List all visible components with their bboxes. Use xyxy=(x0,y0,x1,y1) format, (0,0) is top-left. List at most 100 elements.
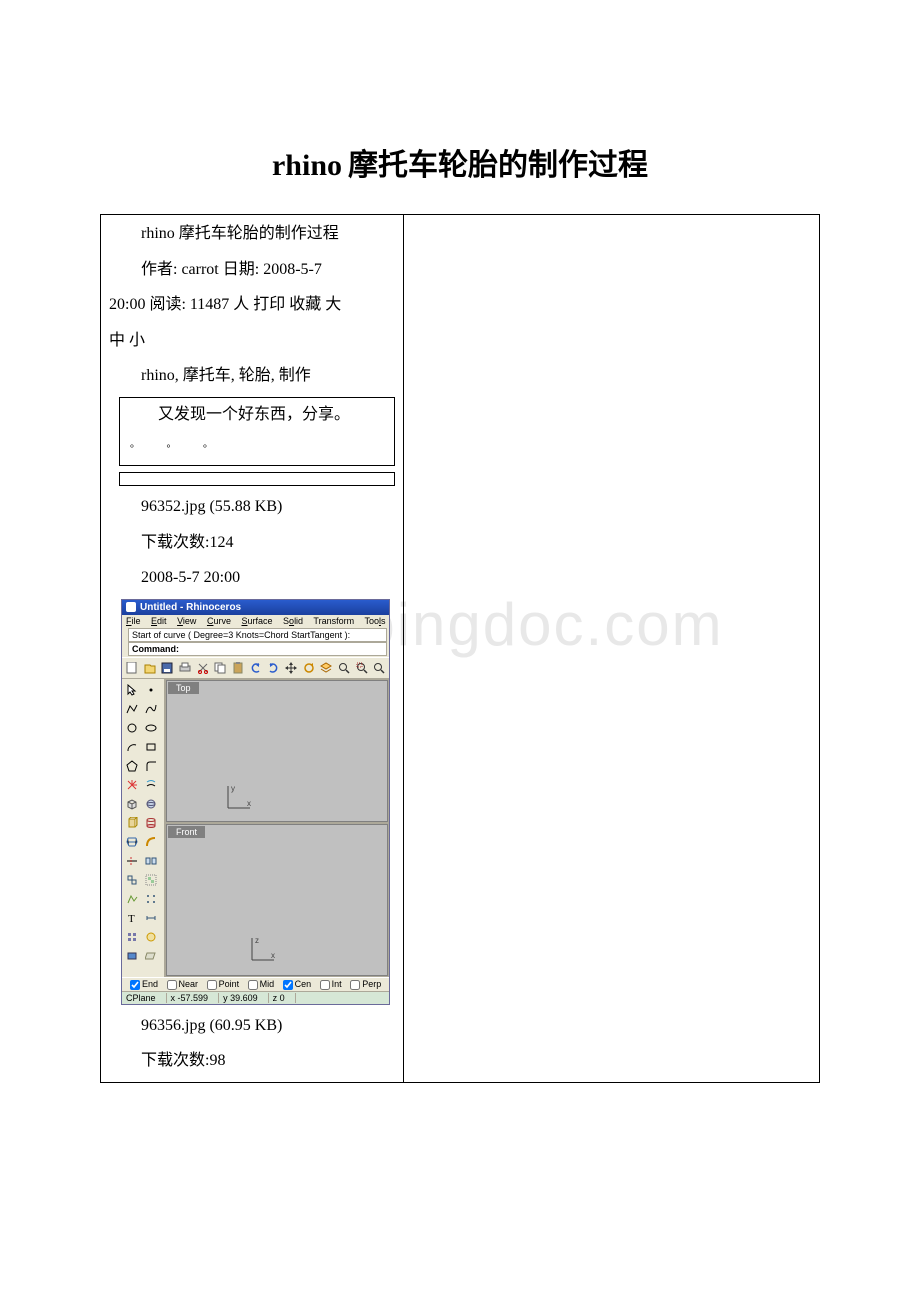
print-icon[interactable] xyxy=(177,660,193,676)
menu-edit[interactable]: Edit xyxy=(151,616,167,626)
rhino-viewports: Top y x Front xyxy=(165,679,389,977)
osnap-mid-checkbox[interactable] xyxy=(248,980,258,990)
split-icon[interactable] xyxy=(142,852,160,870)
article-content: rhino 摩托车轮胎的制作过程 作者: carrot 日期: 2008-5-7… xyxy=(101,215,403,1076)
img2-caption: 96356.jpg (60.95 KB) xyxy=(101,1011,403,1041)
osnap-mid[interactable]: Mid xyxy=(248,979,275,989)
sphere-icon[interactable] xyxy=(142,795,160,813)
article-title: rhino 摩托车轮胎的制作过程 xyxy=(101,219,403,249)
circle-icon[interactable] xyxy=(123,719,141,737)
rhino-status-bar: CPlane x -57.599 y 39.609 z 0 xyxy=(122,991,389,1004)
zoom-icon[interactable] xyxy=(371,660,387,676)
render-icon[interactable] xyxy=(142,928,160,946)
rhino-app-icon xyxy=(126,602,136,612)
menu-transform[interactable]: Transform xyxy=(313,616,354,626)
osnap-point-checkbox[interactable] xyxy=(207,980,217,990)
move-icon[interactable] xyxy=(283,660,299,676)
menu-view[interactable]: View xyxy=(177,616,196,626)
osnap-end[interactable]: End xyxy=(130,979,158,989)
article-tags: rhino, 摩托车, 轮胎, 制作 xyxy=(101,361,403,391)
arc-icon[interactable] xyxy=(123,738,141,756)
rectangle-icon[interactable] xyxy=(142,738,160,756)
undo-icon[interactable] xyxy=(248,660,264,676)
article-meta-3: 中 小 xyxy=(101,326,403,356)
offset-icon[interactable] xyxy=(142,776,160,794)
osnap-near-checkbox[interactable] xyxy=(167,980,177,990)
osnap-cen-checkbox[interactable] xyxy=(283,980,293,990)
status-cplane: CPlane xyxy=(126,993,167,1003)
right-column xyxy=(403,215,819,1083)
transform-icon[interactable] xyxy=(123,890,141,908)
menu-file[interactable]: File xyxy=(126,616,141,626)
svg-text:y: y xyxy=(231,784,235,793)
join-icon[interactable] xyxy=(123,871,141,889)
osnap-cen[interactable]: Cen xyxy=(283,979,312,989)
osnap-point[interactable]: Point xyxy=(207,979,240,989)
zoom-window-icon[interactable] xyxy=(354,660,370,676)
share-box: 又发现一个好东西，分享。 。 。 。 xyxy=(119,397,395,466)
rhino-toolbar-top xyxy=(122,657,389,679)
viewport-top[interactable]: Top y x xyxy=(166,680,388,822)
svg-text:x: x xyxy=(271,951,275,960)
pointer-icon[interactable] xyxy=(123,681,141,699)
img1-date: 2008-5-7 20:00 xyxy=(101,563,403,593)
fillet-icon[interactable] xyxy=(142,757,160,775)
axes-icon: y x xyxy=(225,783,255,813)
loft-icon[interactable] xyxy=(123,833,141,851)
cut-icon[interactable] xyxy=(195,660,211,676)
point-icon[interactable] xyxy=(142,681,160,699)
rhino-titlebar: Untitled - Rhinoceros xyxy=(122,600,389,615)
text-icon[interactable]: T xyxy=(123,909,141,927)
rhino-title-text: Untitled - Rhinoceros xyxy=(140,602,241,613)
box-icon[interactable] xyxy=(123,795,141,813)
trim-icon[interactable] xyxy=(123,852,141,870)
axes-icon: z x xyxy=(249,935,279,965)
ellipse-icon[interactable] xyxy=(142,719,160,737)
menu-curve[interactable]: Curve xyxy=(207,616,231,626)
rhino-cmd-input[interactable]: Command: xyxy=(128,642,387,656)
sweep-icon[interactable] xyxy=(142,833,160,851)
status-y: y 39.609 xyxy=(219,993,269,1003)
hide-icon[interactable] xyxy=(142,947,160,965)
polygon-icon[interactable] xyxy=(123,757,141,775)
viewport-front[interactable]: Front z x xyxy=(166,824,388,976)
img2-downloads: 下载次数:98 xyxy=(101,1046,403,1076)
paste-icon[interactable] xyxy=(230,660,246,676)
share-text: 又发现一个好东西，分享。 xyxy=(126,400,388,430)
rhino-osnap-bar: End Near Point Mid Cen Int Perp T xyxy=(122,977,389,991)
zoom-extents-icon[interactable] xyxy=(336,660,352,676)
properties-icon[interactable] xyxy=(123,928,141,946)
svg-text:z: z xyxy=(255,936,259,945)
osnap-perp-checkbox[interactable] xyxy=(350,980,360,990)
menu-solid[interactable]: Solid xyxy=(283,616,303,626)
menu-tools[interactable]: Tools xyxy=(364,616,385,626)
array-icon[interactable] xyxy=(142,890,160,908)
revolve-icon[interactable] xyxy=(142,814,160,832)
polyline-icon[interactable] xyxy=(123,700,141,718)
menu-surface[interactable]: Surface xyxy=(241,616,272,626)
osnap-end-checkbox[interactable] xyxy=(130,980,140,990)
explode-icon[interactable] xyxy=(123,776,141,794)
status-z: z 0 xyxy=(269,993,296,1003)
rhino-toolbar-side: T xyxy=(122,679,165,977)
save-icon[interactable] xyxy=(159,660,175,676)
rotate-icon[interactable] xyxy=(301,660,317,676)
layers-icon[interactable] xyxy=(318,660,334,676)
redo-icon[interactable] xyxy=(265,660,281,676)
group-icon[interactable] xyxy=(142,871,160,889)
dimension-icon[interactable] xyxy=(142,909,160,927)
article-meta-1: 作者: carrot 日期: 2008-5-7 xyxy=(101,255,403,285)
copy-icon[interactable] xyxy=(212,660,228,676)
viewport-label-top: Top xyxy=(168,682,199,694)
osnap-near[interactable]: Near xyxy=(167,979,199,989)
curve-icon[interactable] xyxy=(142,700,160,718)
shade-icon[interactable] xyxy=(123,947,141,965)
rhino-menubar: File Edit View Curve Surface Solid Trans… xyxy=(122,615,389,627)
extrude-icon[interactable] xyxy=(123,814,141,832)
rhino-cmd-history: Start of curve ( Degree=3 Knots=Chord St… xyxy=(128,628,387,642)
osnap-int[interactable]: Int xyxy=(320,979,342,989)
osnap-int-checkbox[interactable] xyxy=(320,980,330,990)
osnap-perp[interactable]: Perp xyxy=(350,979,381,989)
open-icon[interactable] xyxy=(142,660,158,676)
new-icon[interactable] xyxy=(124,660,140,676)
